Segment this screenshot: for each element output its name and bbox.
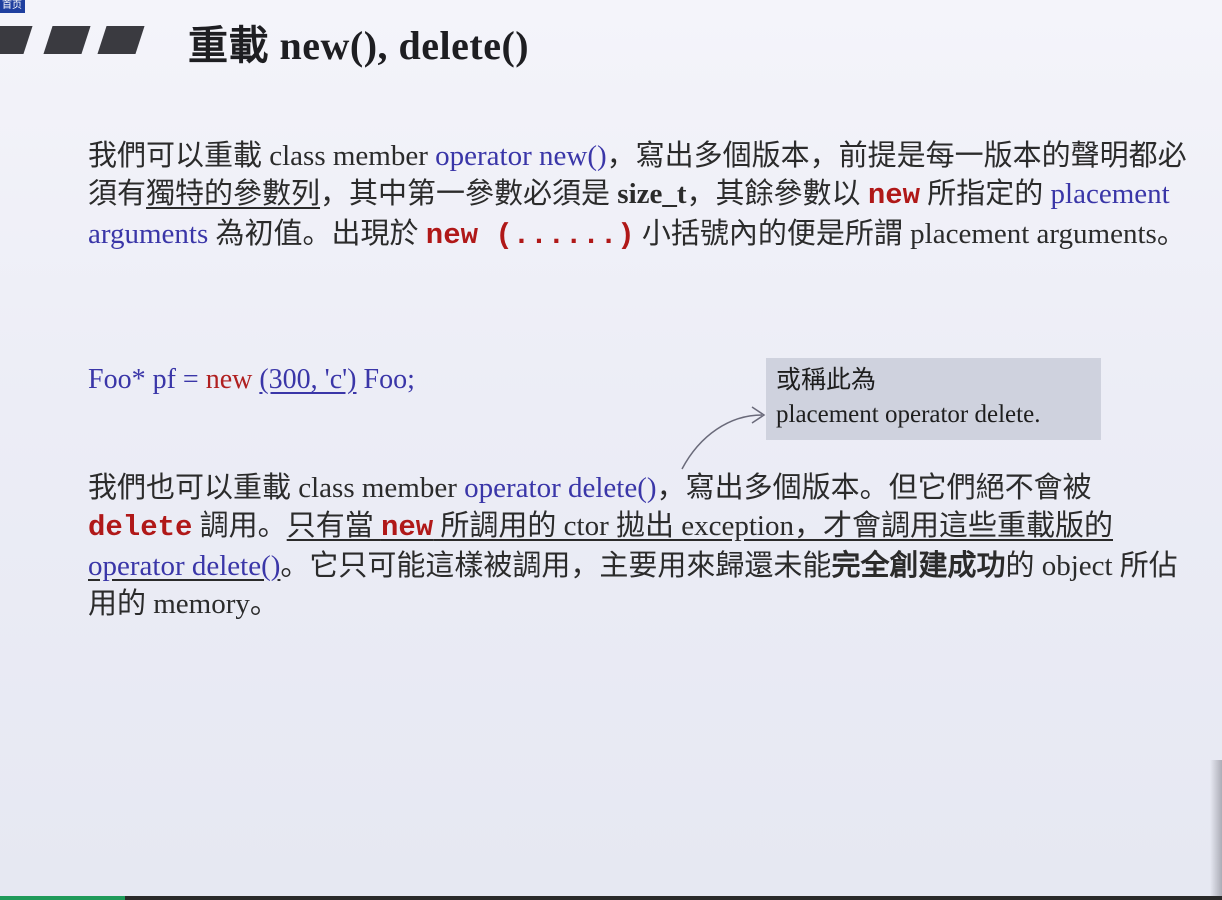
- unique-param-list-term: 獨特的參數列: [146, 178, 321, 210]
- delete-keyword: delete: [88, 511, 193, 544]
- annotation-line1: 或稱此為: [776, 367, 877, 394]
- text: 所指定的: [920, 178, 1051, 210]
- new-parens-code: new (......): [425, 219, 635, 252]
- title-decoration-bar: [0, 26, 33, 54]
- paragraph-operator-new: 我們可以重載 class member operator new()，寫出多個版…: [88, 137, 1198, 255]
- operator-delete-term: operator delete(): [88, 550, 281, 582]
- new-keyword: new: [380, 511, 434, 544]
- code-lhs: Foo* pf =: [88, 364, 206, 395]
- title-decoration-bar: [43, 26, 91, 54]
- text: 我們也可以重載 class member: [88, 472, 465, 504]
- text: ，其中第一參數必須是: [320, 178, 618, 210]
- text: ，其餘參數以: [686, 178, 868, 210]
- title-decoration-bars: [0, 26, 150, 54]
- text: 。它只可能這樣被調用，主要用來歸還未能: [280, 550, 832, 582]
- corner-tag: 首页: [0, 0, 25, 13]
- paragraph-operator-delete: 我們也可以重載 class member operator delete()，寫…: [88, 469, 1198, 623]
- code-new-keyword: new: [205, 364, 253, 395]
- text: 調用。: [192, 510, 287, 542]
- annotation-line2: placement operator delete.: [776, 401, 1041, 428]
- bottom-bar: [0, 896, 1222, 900]
- size-t-term: size_t: [617, 178, 687, 210]
- annotation-box: 或稱此為 placement operator delete.: [766, 358, 1101, 440]
- text: 只有當: [286, 510, 381, 542]
- code-placement-args: (300, 'c'): [259, 364, 357, 395]
- text: 為初值。出現於: [208, 218, 426, 250]
- fully-constructed-term: 完全創建成功: [831, 550, 1006, 582]
- code-rhs: Foo;: [356, 364, 415, 395]
- code-example: Foo* pf = new (300, 'c') Foo;: [88, 362, 415, 398]
- text: 我們可以重載 class member: [88, 140, 436, 172]
- text: ，寫出多個版本。但它們絕不會被: [656, 472, 1092, 504]
- text: 所調用的 ctor 拋出 exception，才會調用這些重載版的: [433, 510, 1113, 542]
- title-decoration-bar: [97, 26, 145, 54]
- operator-new-term: operator new(): [435, 140, 607, 172]
- slide-title: 重載 new(), delete(): [188, 23, 530, 68]
- bottom-progress-accent: [0, 896, 125, 900]
- new-keyword: new: [867, 179, 921, 212]
- operator-delete-term: operator delete(): [464, 472, 657, 504]
- text: 小括號內的便是所謂 placement arguments。: [634, 218, 1186, 250]
- edge-shadow: [1210, 760, 1222, 900]
